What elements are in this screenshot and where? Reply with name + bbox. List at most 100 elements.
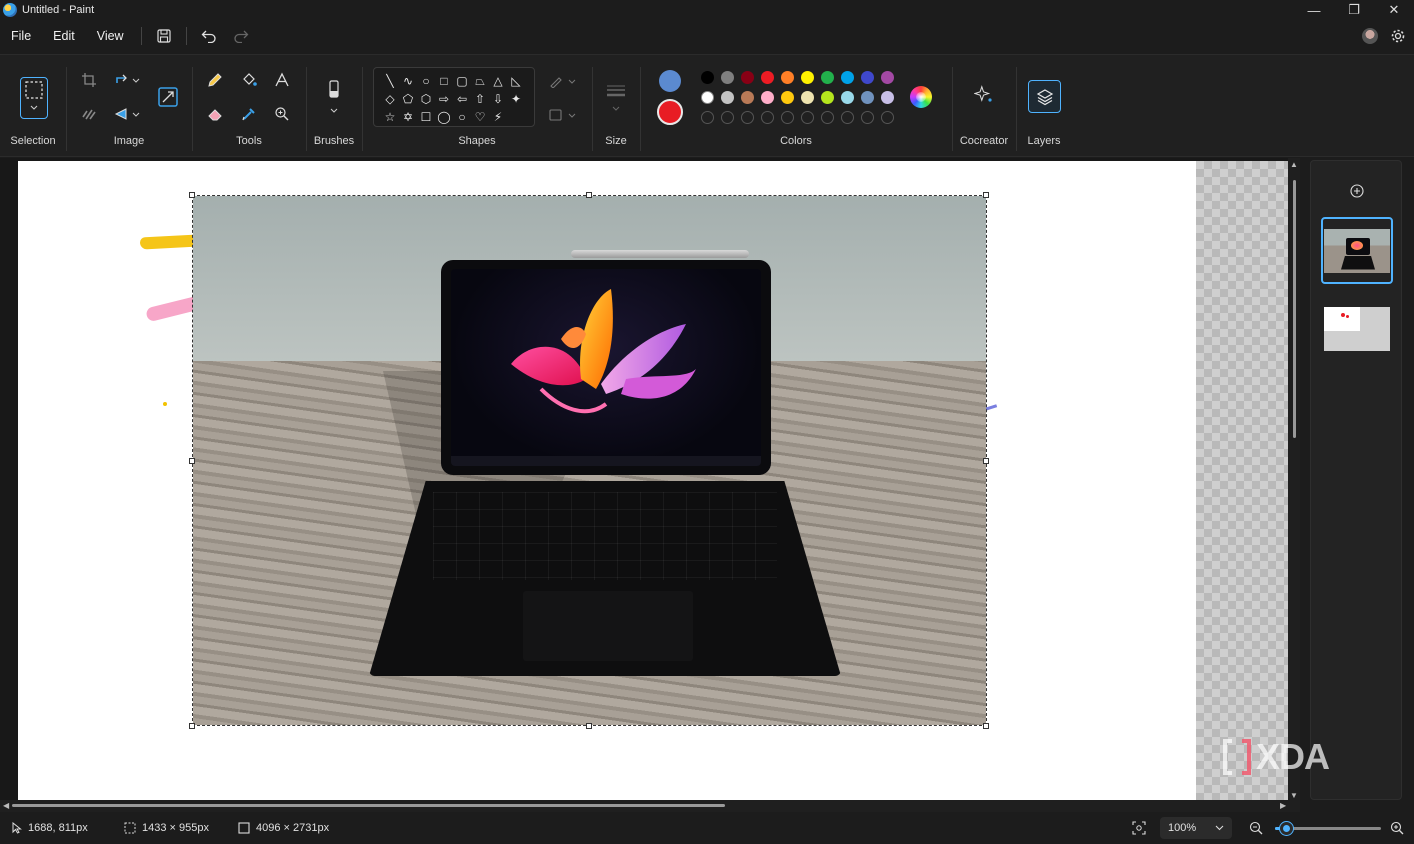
shape-option[interactable]: ☆	[381, 108, 399, 126]
resize-handle-s[interactable]	[586, 723, 592, 729]
custom-color-slot[interactable]	[777, 107, 797, 127]
shape-option[interactable]: ✦	[507, 90, 525, 108]
eraser-tool-button[interactable]	[202, 102, 228, 126]
rotate-button[interactable]	[110, 68, 144, 92]
fill-tool-button[interactable]	[236, 68, 262, 92]
image-properties-button[interactable]	[76, 102, 102, 126]
secondary-color-swatch[interactable]	[657, 99, 683, 125]
palette-color-swatch[interactable]	[817, 67, 837, 87]
palette-color-swatch[interactable]	[717, 87, 737, 107]
palette-color-swatch[interactable]	[737, 87, 757, 107]
custom-color-slot[interactable]	[817, 107, 837, 127]
fill-style-button[interactable]	[545, 103, 579, 127]
shape-option[interactable]: ○	[417, 72, 435, 90]
outline-style-button[interactable]	[545, 69, 579, 93]
add-layer-button[interactable]	[1347, 181, 1367, 201]
magnifier-button[interactable]	[269, 102, 295, 126]
shape-option[interactable]: ▢	[453, 72, 471, 90]
selection-tool-button[interactable]	[20, 77, 48, 119]
account-avatar[interactable]	[1362, 28, 1378, 44]
layers-toggle-button[interactable]	[1028, 80, 1061, 113]
resize-handle-w[interactable]	[189, 458, 195, 464]
stroke-size-button[interactable]	[603, 79, 629, 115]
scroll-left-arrow-icon[interactable]: ◀	[3, 802, 9, 810]
resize-handle-ne[interactable]	[983, 192, 989, 198]
palette-color-swatch[interactable]	[857, 67, 877, 87]
cocreator-button[interactable]	[971, 83, 997, 107]
vertical-scrollbar[interactable]: ▲ ▼	[1288, 158, 1300, 806]
zoom-out-button[interactable]	[1249, 821, 1263, 835]
palette-color-swatch[interactable]	[857, 87, 877, 107]
shape-option[interactable]: ◇	[381, 90, 399, 108]
palette-color-swatch[interactable]	[697, 67, 717, 87]
shape-option[interactable]: ⬡	[417, 90, 435, 108]
shape-option[interactable]: ⇦	[453, 90, 471, 108]
custom-color-slot[interactable]	[737, 107, 757, 127]
palette-color-swatch[interactable]	[817, 87, 837, 107]
palette-color-swatch[interactable]	[877, 87, 897, 107]
layer-thumbnail-photo[interactable]	[1321, 217, 1393, 284]
horizontal-scrollbar[interactable]: ◀ ▶	[0, 800, 1300, 812]
palette-color-swatch[interactable]	[837, 87, 857, 107]
zoom-in-button[interactable]	[1390, 821, 1404, 835]
resize-handle-se[interactable]	[983, 723, 989, 729]
palette-color-swatch[interactable]	[777, 87, 797, 107]
canvas-workspace[interactable]	[0, 158, 1300, 806]
zoom-slider-thumb[interactable]	[1279, 822, 1293, 835]
palette-color-swatch[interactable]	[717, 67, 737, 87]
scroll-down-arrow-icon[interactable]: ▼	[1290, 792, 1298, 800]
layer-thumbnail-canvas[interactable]	[1321, 295, 1393, 362]
vertical-scroll-thumb[interactable]	[1293, 180, 1296, 438]
shape-option[interactable]: ╲	[381, 72, 399, 90]
edit-colors-wheel[interactable]	[910, 86, 932, 108]
resize-handle-nw[interactable]	[189, 192, 195, 198]
shape-option[interactable]	[507, 108, 525, 126]
custom-color-slot[interactable]	[717, 107, 737, 127]
shape-option[interactable]: ◺	[507, 72, 525, 90]
shape-option[interactable]: ♡	[471, 108, 489, 126]
zoom-level-dropdown[interactable]: 100%	[1160, 817, 1232, 839]
custom-color-slot[interactable]	[757, 107, 777, 127]
resize-button[interactable]	[154, 83, 182, 111]
selection-marquee[interactable]	[192, 195, 987, 726]
brushes-button[interactable]	[321, 77, 347, 117]
resize-handle-n[interactable]	[586, 192, 592, 198]
shape-option[interactable]: ◯	[435, 108, 453, 126]
scroll-right-arrow-icon[interactable]: ▶	[1280, 802, 1286, 810]
primary-color-swatch[interactable]	[659, 70, 681, 92]
settings-gear-icon[interactable]	[1390, 28, 1406, 44]
shape-option[interactable]: ☐	[417, 108, 435, 126]
shape-option[interactable]: ✡	[399, 108, 417, 126]
palette-color-swatch[interactable]	[797, 87, 817, 107]
custom-color-slot[interactable]	[877, 107, 897, 127]
palette-color-swatch[interactable]	[757, 67, 777, 87]
palette-color-swatch[interactable]	[797, 67, 817, 87]
shape-option[interactable]: □	[435, 72, 453, 90]
shape-option[interactable]: ⚡	[489, 108, 507, 126]
custom-color-slot[interactable]	[697, 107, 717, 127]
custom-color-slot[interactable]	[857, 107, 877, 127]
palette-color-swatch[interactable]	[837, 67, 857, 87]
shape-option[interactable]: ⇧	[471, 90, 489, 108]
horizontal-scroll-thumb[interactable]	[12, 804, 725, 807]
fit-to-window-button[interactable]	[1132, 821, 1146, 835]
maximize-button[interactable]: ❐	[1334, 0, 1374, 20]
custom-color-slot[interactable]	[837, 107, 857, 127]
palette-color-swatch[interactable]	[877, 67, 897, 87]
undo-button[interactable]	[193, 22, 225, 50]
flip-button[interactable]	[110, 102, 144, 126]
palette-color-swatch[interactable]	[697, 87, 717, 107]
scroll-up-arrow-icon[interactable]: ▲	[1290, 161, 1298, 169]
shape-option[interactable]: ⇩	[489, 90, 507, 108]
color-picker-button[interactable]	[236, 102, 262, 126]
save-button[interactable]	[148, 22, 180, 50]
minimize-button[interactable]: —	[1294, 0, 1334, 20]
text-tool-button[interactable]	[269, 68, 295, 92]
shape-option[interactable]: ⇨	[435, 90, 453, 108]
palette-color-swatch[interactable]	[757, 87, 777, 107]
custom-color-slot[interactable]	[797, 107, 817, 127]
shape-option[interactable]: ○	[453, 108, 471, 126]
shape-option[interactable]: △	[489, 72, 507, 90]
menu-edit[interactable]: Edit	[42, 22, 86, 50]
redo-button[interactable]	[225, 22, 257, 50]
